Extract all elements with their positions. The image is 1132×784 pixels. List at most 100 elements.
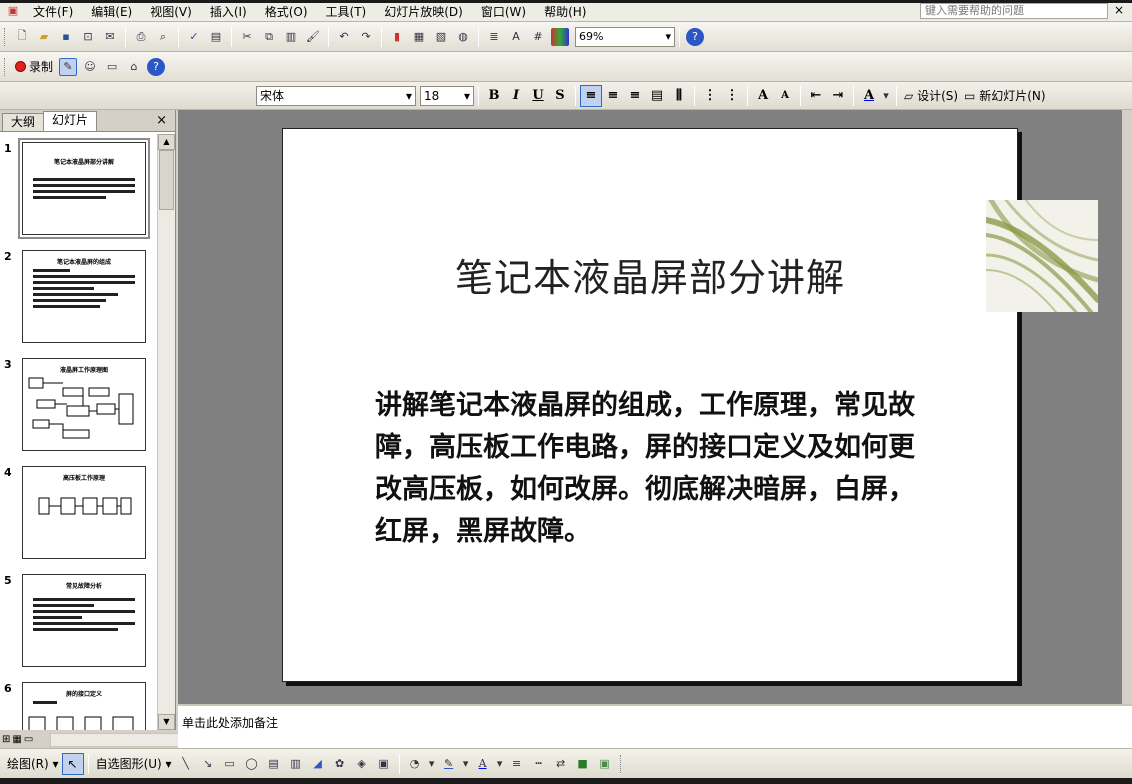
slide-icon[interactable]: ▭ xyxy=(103,58,121,76)
format-painter-icon[interactable]: 🖌 xyxy=(304,28,322,46)
open-folder-icon[interactable]: ▰ xyxy=(35,28,53,46)
dash-style-icon[interactable]: ┅ xyxy=(530,755,548,773)
email-icon[interactable]: ✉ xyxy=(101,28,119,46)
design-button[interactable]: ▱ 设计(S) xyxy=(901,87,961,104)
clipart-icon[interactable]: ◈ xyxy=(353,755,371,773)
redo-icon[interactable]: ↷ xyxy=(357,28,375,46)
line-icon[interactable]: ╲ xyxy=(177,755,195,773)
cut-icon[interactable]: ✂ xyxy=(238,28,256,46)
menu-slideshow[interactable]: 幻灯片放映(D) xyxy=(375,3,472,22)
toolbar-grip[interactable] xyxy=(4,57,7,76)
font-color-icon[interactable]: A xyxy=(858,85,880,107)
slide-body-text[interactable]: 讲解笔记本液晶屏的组成，工作原理，常见故障，高压板工作电路，屏的接口定义及如何更… xyxy=(375,385,935,553)
web-page-icon[interactable]: ⌂ xyxy=(125,58,143,76)
line-color-icon[interactable]: ✎ xyxy=(440,755,458,773)
menu-format[interactable]: 格式(O) xyxy=(256,3,317,22)
close-icon[interactable]: × xyxy=(1114,3,1124,17)
slide-title[interactable]: 笔记本液晶屏部分讲解 xyxy=(283,247,1017,302)
bullets-icon[interactable]: ⋮ xyxy=(721,85,743,107)
menu-view[interactable]: 视图(V) xyxy=(141,3,201,22)
rectangle-icon[interactable]: ▭ xyxy=(221,755,239,773)
italic-button[interactable]: I xyxy=(505,85,527,107)
slide-thumbnail[interactable]: 常见故障分析 xyxy=(22,574,146,667)
tab-slides[interactable]: 幻灯片 xyxy=(43,111,98,131)
fill-color-icon[interactable]: ◔ xyxy=(406,755,424,773)
font-size-select[interactable]: 18 ▾ xyxy=(420,85,474,106)
insert-chart-icon[interactable]: ▮ xyxy=(388,28,406,46)
slide-thumbnail-row[interactable]: 3 液晶屏工作原理图 xyxy=(0,358,156,458)
shadow-button[interactable]: S xyxy=(549,85,571,107)
new-slide-button[interactable]: ▭ 新幻灯片(N) xyxy=(961,87,1049,104)
slideshow-icon[interactable]: ▭ xyxy=(24,734,33,745)
slide-thumbnail-row[interactable]: 2 笔记本液晶屏的组成 xyxy=(0,250,156,350)
color-grayscale-icon[interactable] xyxy=(551,27,569,46)
slide-thumbnail-row[interactable]: 4 高压板工作原理 xyxy=(0,466,156,566)
slide-thumbnail[interactable]: 笔记本液晶屏部分讲解 xyxy=(18,138,150,239)
help-icon[interactable]: ? xyxy=(686,27,704,46)
notes-pane[interactable]: 单击此处添加备注 xyxy=(178,704,1132,748)
decrease-indent-icon[interactable]: ⇤ xyxy=(805,85,827,107)
slide-thumbnail-row[interactable]: 5 常见故障分析 xyxy=(0,574,156,674)
copy-icon[interactable]: ⧉ xyxy=(260,28,278,46)
expand-all-icon[interactable]: ≣ xyxy=(485,28,503,46)
menu-window[interactable]: 窗口(W) xyxy=(472,3,535,22)
line-style-icon[interactable]: ≡ xyxy=(508,755,526,773)
autoshapes-button[interactable]: 自选图形(U) ▾ xyxy=(93,755,175,772)
paste-icon[interactable]: ▥ xyxy=(282,28,300,46)
help-icon[interactable]: ? xyxy=(147,57,166,76)
editor-scrollbar[interactable] xyxy=(1122,110,1132,704)
reviewers-icon[interactable]: ☺ xyxy=(81,58,99,76)
tab-outline[interactable]: 大纲 xyxy=(2,113,45,131)
toolbar-grip[interactable] xyxy=(619,754,623,773)
decrease-font-icon[interactable]: A xyxy=(774,85,796,107)
new-file-icon[interactable]: 🗋 xyxy=(13,28,31,46)
chevron-down-icon[interactable]: ▾ xyxy=(428,755,436,773)
scroll-down-icon[interactable]: ▼ xyxy=(158,714,175,730)
bold-button[interactable]: B xyxy=(483,85,505,107)
menu-tools[interactable]: 工具(T) xyxy=(317,3,376,22)
permission-icon[interactable]: ⊡ xyxy=(79,28,97,46)
horizontal-scrollbar[interactable] xyxy=(50,733,180,747)
insert-picture-icon[interactable]: ◍ xyxy=(454,28,472,46)
normal-view-icon[interactable]: ⊞ xyxy=(2,734,10,745)
scroll-thumb[interactable] xyxy=(159,150,174,210)
align-left-icon[interactable]: ≡ xyxy=(580,84,602,107)
slide-thumbnail-row[interactable]: 6 屏的接口定义 xyxy=(0,682,156,730)
chevron-down-icon[interactable]: ▾ xyxy=(882,87,890,105)
chevron-down-icon[interactable]: ▾ xyxy=(462,755,470,773)
show-formatting-icon[interactable]: A xyxy=(507,28,525,46)
wordart-icon[interactable]: ◢ xyxy=(309,755,327,773)
font-name-select[interactable]: 宋体 ▾ xyxy=(256,85,416,106)
tables-borders-icon[interactable]: ▧ xyxy=(432,28,450,46)
slide-sorter-icon[interactable]: ▦ xyxy=(12,734,21,745)
align-center-icon[interactable]: ≡ xyxy=(602,85,624,107)
slide-thumbnail[interactable]: 笔记本液晶屏的组成 xyxy=(22,250,146,343)
help-search-input[interactable]: 键入需要帮助的问题 xyxy=(920,3,1108,19)
markup-icon[interactable]: ✎ xyxy=(59,57,78,76)
research-icon[interactable]: ▤ xyxy=(207,28,225,46)
zoom-select[interactable]: 69% ▾ xyxy=(575,26,675,47)
arrow-icon[interactable]: ↘ xyxy=(199,755,217,773)
undo-icon[interactable]: ↶ xyxy=(335,28,353,46)
increase-font-icon[interactable]: A xyxy=(752,85,774,107)
text-direction-icon[interactable]: ⫼ xyxy=(668,85,690,107)
shadow-style-icon[interactable]: ■ xyxy=(574,755,592,773)
3d-style-icon[interactable]: ▣ xyxy=(596,755,614,773)
save-icon[interactable]: ▪ xyxy=(57,28,75,46)
numbering-icon[interactable]: ⋮ xyxy=(699,85,721,107)
picture-icon[interactable]: ▣ xyxy=(375,755,393,773)
insert-table-icon[interactable]: ▦ xyxy=(410,28,428,46)
record-button[interactable]: 录制 xyxy=(11,58,57,75)
current-slide[interactable]: 笔记本液晶屏部分讲解 讲解笔记本液晶屏的组成，工作原理，常见故障，高压板工作电路… xyxy=(282,128,1018,682)
slide-thumbnail[interactable]: 高压板工作原理 xyxy=(22,466,146,559)
textbox-icon[interactable]: ▤ xyxy=(265,755,283,773)
arrow-style-icon[interactable]: ⇄ xyxy=(552,755,570,773)
increase-indent-icon[interactable]: ⇥ xyxy=(827,85,849,107)
menu-edit[interactable]: 编辑(E) xyxy=(82,3,141,22)
app-icon[interactable]: ▣ xyxy=(4,2,22,20)
menu-help[interactable]: 帮助(H) xyxy=(535,3,595,22)
scroll-up-icon[interactable]: ▲ xyxy=(158,134,175,150)
diagram-icon[interactable]: ✿ xyxy=(331,755,349,773)
menu-insert[interactable]: 插入(I) xyxy=(201,3,256,22)
close-icon[interactable]: × xyxy=(156,113,167,128)
